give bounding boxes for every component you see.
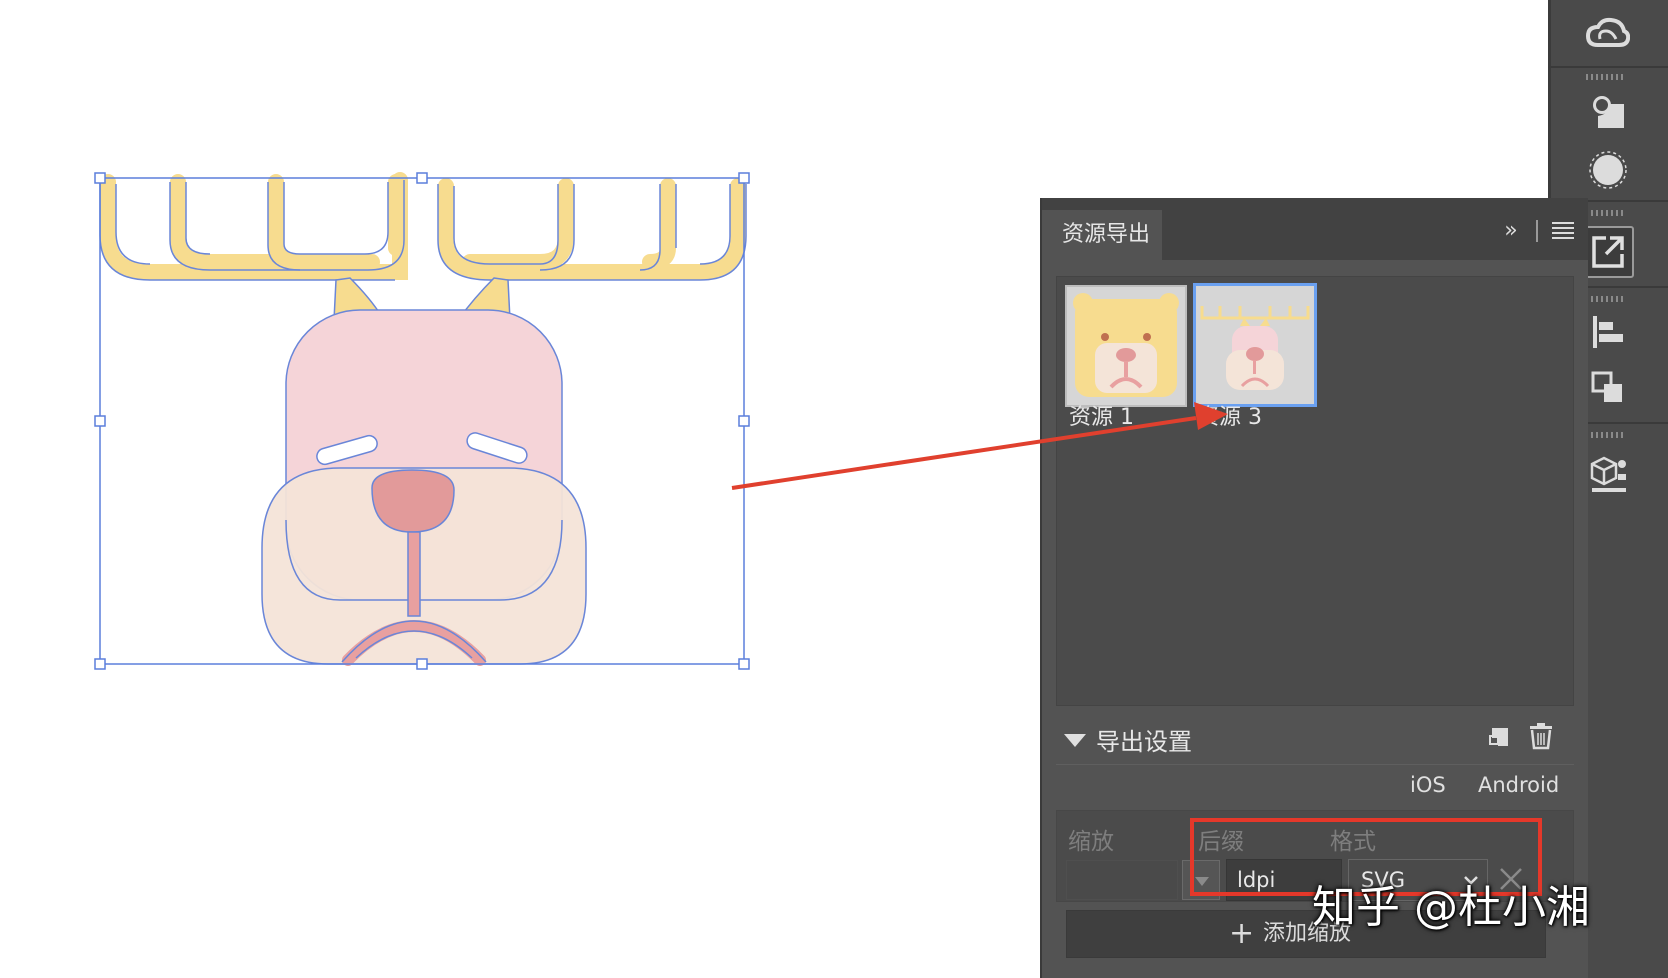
scale-dropdown-button[interactable]	[1182, 860, 1220, 900]
3d-materials-icon[interactable]	[1582, 448, 1634, 500]
resize-handle[interactable]	[738, 415, 750, 427]
resize-handle[interactable]	[416, 658, 428, 670]
deer-face-thumbnail	[1200, 306, 1310, 390]
trash-icon[interactable]	[1528, 722, 1554, 750]
scale-field[interactable]	[1066, 860, 1178, 900]
column-header-suffix: 后缀	[1198, 829, 1244, 855]
align-icon[interactable]	[1582, 306, 1634, 358]
resize-handle[interactable]	[94, 658, 106, 670]
appearance-icon[interactable]	[1582, 144, 1634, 196]
asset-label-1[interactable]: 资源 1	[1069, 405, 1134, 431]
resize-handle[interactable]	[738, 658, 750, 670]
shape-builder-icon[interactable]	[1582, 86, 1634, 138]
hamburger-icon[interactable]	[1552, 222, 1576, 240]
asset-export-panel: 资源导出 » 资源 1 资源 3 导出设置 iOS Android 缩放 后缀 …	[1040, 198, 1588, 978]
deer-philtrum	[407, 531, 421, 617]
collapse-panel-icon[interactable]: »	[1498, 218, 1524, 243]
assets-grid[interactable]: 资源 1 资源 3	[1056, 276, 1574, 706]
chevron-down-icon	[1195, 877, 1209, 886]
export-settings-title: 导出设置	[1096, 728, 1192, 756]
asset-label-3[interactable]: 资源 3	[1197, 405, 1262, 431]
export-settings-header[interactable]: 导出设置	[1056, 718, 1574, 762]
disclosure-triangle-icon[interactable]	[1064, 734, 1086, 747]
antler-right	[438, 178, 746, 280]
column-header-scale: 缩放	[1068, 829, 1114, 855]
tab-android[interactable]: Android	[1478, 773, 1559, 797]
deer-artwork[interactable]	[99, 172, 747, 666]
tab-bar-divider	[1536, 220, 1538, 242]
panel-tab-bar: 资源导出 »	[1042, 198, 1588, 260]
watermark: 知乎 @杜小湘	[1312, 882, 1590, 933]
asset-export-icon[interactable]	[1582, 226, 1634, 278]
new-export-preset-icon[interactable]	[1486, 724, 1512, 750]
resize-handle[interactable]	[738, 172, 750, 184]
resize-handle[interactable]	[94, 172, 106, 184]
plus-icon: +	[1229, 916, 1255, 951]
deer-nose	[371, 469, 455, 533]
tab-ios[interactable]: iOS	[1410, 773, 1446, 797]
bear-face-thumbnail	[1073, 293, 1179, 397]
resize-handle[interactable]	[94, 415, 106, 427]
antler-left	[100, 172, 409, 280]
asset-thumbnail-1[interactable]	[1065, 285, 1187, 407]
asset-thumbnail-3[interactable]	[1193, 283, 1317, 407]
pathfinder-icon[interactable]	[1582, 362, 1634, 414]
panel-tab-asset-export[interactable]: 资源导出	[1042, 210, 1162, 260]
creative-cloud-icon[interactable]	[1582, 8, 1634, 60]
resize-handle[interactable]	[416, 172, 428, 184]
divider	[1056, 764, 1574, 765]
column-header-format: 格式	[1330, 829, 1376, 855]
